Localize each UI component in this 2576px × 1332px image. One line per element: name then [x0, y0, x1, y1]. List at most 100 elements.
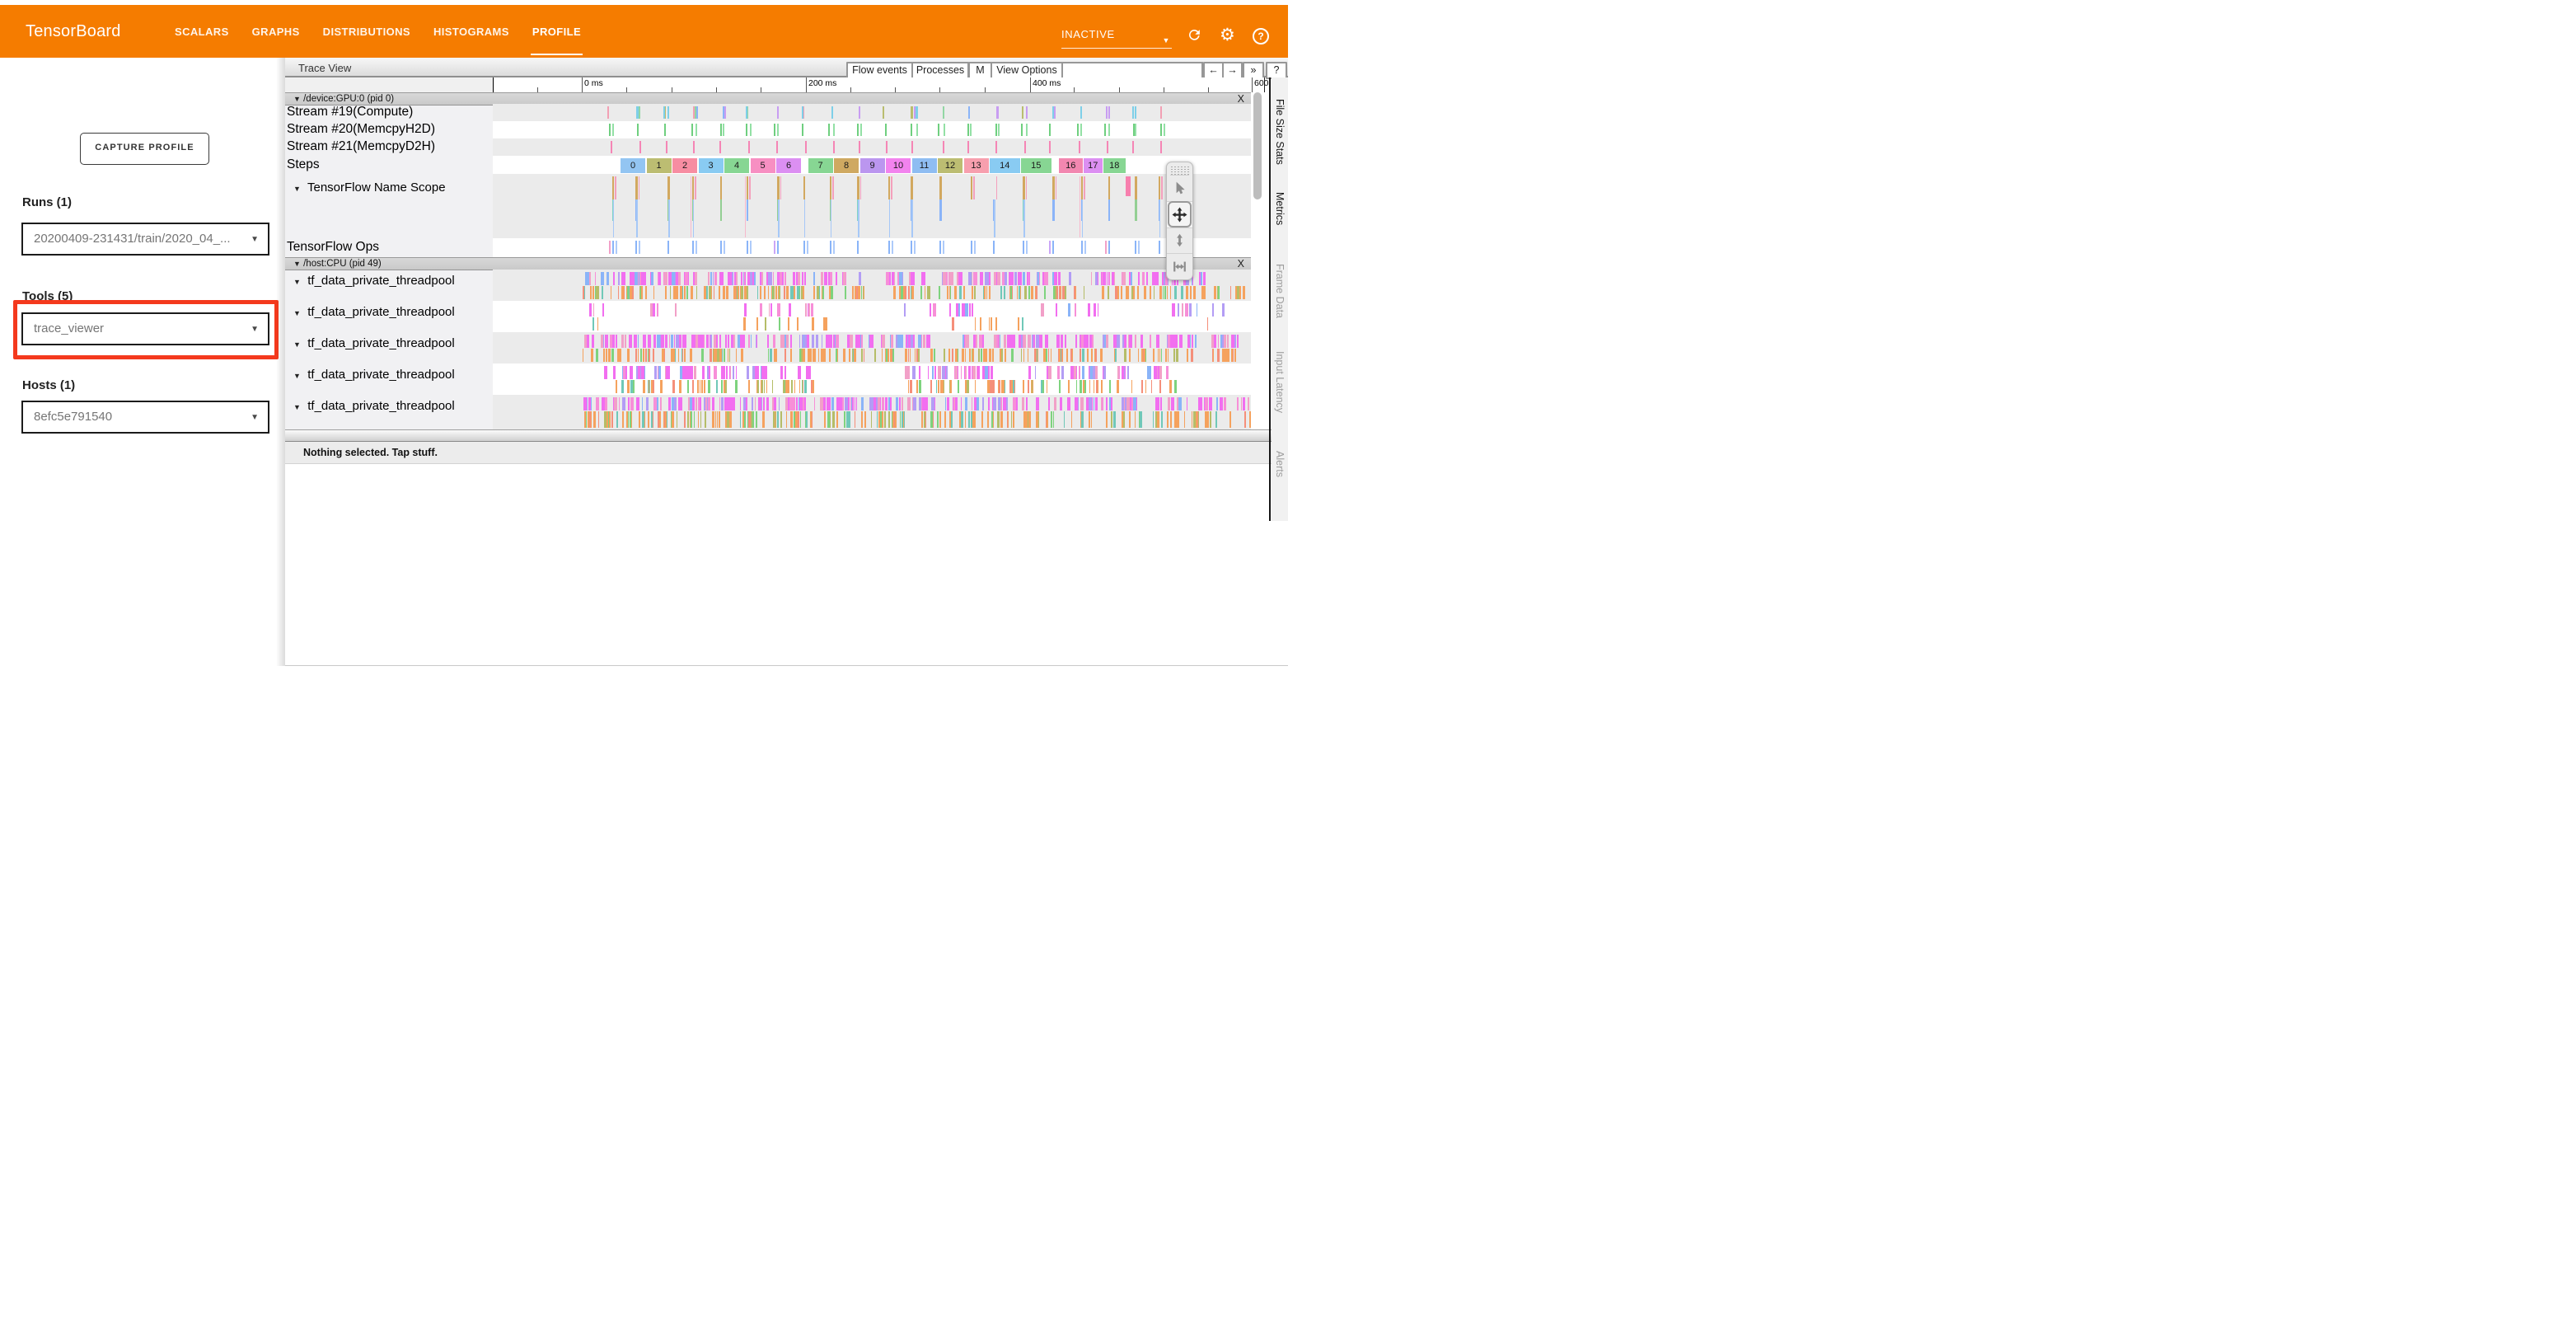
side-tab-metrics[interactable]: Metrics: [1274, 192, 1286, 225]
trace-event-tick: [1070, 349, 1073, 362]
trace-event-tick: [810, 349, 812, 362]
select-tool[interactable]: [1167, 176, 1192, 202]
step-box[interactable]: 11: [912, 158, 937, 173]
detail-splitter[interactable]: [285, 429, 1288, 443]
timeline-ruler[interactable]: [493, 77, 1265, 92]
more-button[interactable]: »: [1243, 62, 1264, 79]
refresh-icon[interactable]: [1187, 27, 1202, 47]
track-row[interactable]: [493, 238, 1251, 257]
toolbar-button-processes[interactable]: Processes: [911, 62, 969, 79]
trace-event-tick: [1037, 411, 1038, 428]
trace-event-tick: [1066, 349, 1069, 362]
step-box[interactable]: 14: [990, 158, 1020, 173]
trace-event-tick: [1094, 303, 1096, 317]
trace-event-tick: [1160, 397, 1163, 410]
capture-profile-button[interactable]: CAPTURE PROFILE: [80, 133, 209, 165]
vertical-scrollbar-thumb[interactable]: [1253, 92, 1262, 199]
toolbar-button-flow-events[interactable]: Flow events: [846, 62, 913, 79]
side-tab-input-latency[interactable]: Input Latency: [1274, 351, 1286, 413]
trace-help-button[interactable]: ?: [1266, 62, 1287, 79]
palette-drag-handle[interactable]: [1170, 165, 1189, 176]
help-icon[interactable]: ?: [1253, 28, 1269, 45]
trace-event-tick: [975, 380, 976, 393]
trace-event-tick: [667, 366, 670, 379]
trace-event-tick: [795, 411, 798, 428]
hosts-dropdown[interactable]: 8efc5e791540 ▼: [21, 401, 269, 434]
trace-event-tick: [923, 335, 925, 348]
trace-event-tick: [1057, 366, 1060, 379]
collapse-arrow-icon[interactable]: ▼: [293, 95, 301, 103]
track-row[interactable]: [493, 174, 1251, 238]
side-tab-frame-data[interactable]: Frame Data: [1274, 264, 1286, 318]
trace-event-tick: [974, 397, 975, 410]
tab-distributions[interactable]: DISTRIBUTIONS: [323, 5, 410, 58]
trace-event-tick: [957, 272, 958, 285]
forward-arrow-button[interactable]: →: [1222, 62, 1243, 79]
settings-gear-icon[interactable]: ⚙: [1220, 27, 1235, 44]
trace-event-tick: [850, 335, 853, 348]
collapse-arrow-icon[interactable]: ▼: [293, 260, 301, 268]
step-box[interactable]: 4: [724, 158, 749, 173]
side-tab-alerts[interactable]: Alerts: [1274, 451, 1286, 477]
step-box[interactable]: 0: [621, 158, 645, 173]
trace-event-tick: [651, 380, 653, 393]
step-box[interactable]: 7: [808, 158, 833, 173]
trace-event-tick: [785, 366, 786, 379]
trace-event-tick: [826, 335, 829, 348]
step-box[interactable]: 17: [1084, 158, 1103, 173]
timing-tool[interactable]: [1167, 254, 1192, 279]
step-box[interactable]: 9: [860, 158, 885, 173]
track-row[interactable]: [493, 121, 1251, 138]
trace-event-tick: [678, 272, 681, 285]
step-box[interactable]: 18: [1103, 158, 1126, 173]
step-box[interactable]: 3: [699, 158, 724, 173]
trace-event-tick: [803, 176, 806, 199]
step-box[interactable]: 1: [647, 158, 672, 173]
collapse-arrow-icon[interactable]: ▼: [293, 372, 301, 380]
runs-dropdown[interactable]: 20200409-231431/train/2020_04_... ▼: [21, 223, 269, 256]
toolbar-button-view-options[interactable]: View Options: [991, 62, 1063, 79]
step-box[interactable]: 16: [1059, 158, 1083, 173]
close-section-button[interactable]: X: [1238, 93, 1244, 105]
step-box[interactable]: 2: [672, 158, 697, 173]
trace-event-tick: [856, 397, 857, 410]
tab-histograms[interactable]: HISTOGRAMS: [433, 5, 509, 58]
collapse-arrow-icon[interactable]: ▼: [293, 403, 301, 411]
trace-event-tick: [939, 411, 941, 428]
step-box[interactable]: 10: [886, 158, 911, 173]
tab-profile[interactable]: PROFILE: [532, 5, 581, 58]
toolbar-button-m[interactable]: M: [968, 62, 992, 79]
track-row[interactable]: [493, 104, 1251, 121]
zoom-tool[interactable]: [1167, 228, 1192, 255]
trace-event-tick: [614, 397, 617, 410]
step-box[interactable]: 12: [938, 158, 962, 173]
pan-tool-selected[interactable]: [1167, 202, 1192, 228]
collapse-arrow-icon[interactable]: ▼: [293, 278, 301, 286]
step-box[interactable]: 15: [1021, 158, 1051, 173]
collapse-arrow-icon[interactable]: ▼: [293, 185, 301, 193]
tools-dropdown[interactable]: trace_viewer ▼: [21, 312, 269, 345]
tab-graphs[interactable]: GRAPHS: [252, 5, 300, 58]
trace-event-tick: [1004, 286, 1005, 299]
trace-event-tick: [1095, 366, 1098, 379]
track-row[interactable]: [493, 138, 1251, 156]
trace-event-tick: [708, 397, 710, 410]
close-section-button[interactable]: X: [1238, 258, 1244, 270]
collapse-arrow-icon[interactable]: ▼: [293, 340, 301, 349]
status-dropdown[interactable]: INACTIVE ▼: [1061, 25, 1172, 49]
side-tab-file-size-stats[interactable]: File Size Stats: [1274, 99, 1286, 165]
trace-event-tick: [1076, 366, 1078, 379]
step-box[interactable]: 6: [776, 158, 801, 173]
trace-event-tick: [750, 241, 752, 254]
trace-event-tick: [1091, 272, 1093, 285]
process-section-header[interactable]: ▼ /host:CPU (pid 49)X: [285, 257, 1251, 270]
back-arrow-button[interactable]: ←: [1203, 62, 1224, 79]
trace-search-input[interactable]: [1061, 62, 1203, 79]
track-row[interactable]: [493, 301, 1251, 332]
trace-event-tick: [1212, 303, 1214, 317]
step-box[interactable]: 13: [964, 158, 989, 173]
tab-scalars[interactable]: SCALARS: [175, 5, 229, 58]
step-box[interactable]: 8: [834, 158, 859, 173]
collapse-arrow-icon[interactable]: ▼: [293, 309, 301, 317]
step-box[interactable]: 5: [751, 158, 775, 173]
